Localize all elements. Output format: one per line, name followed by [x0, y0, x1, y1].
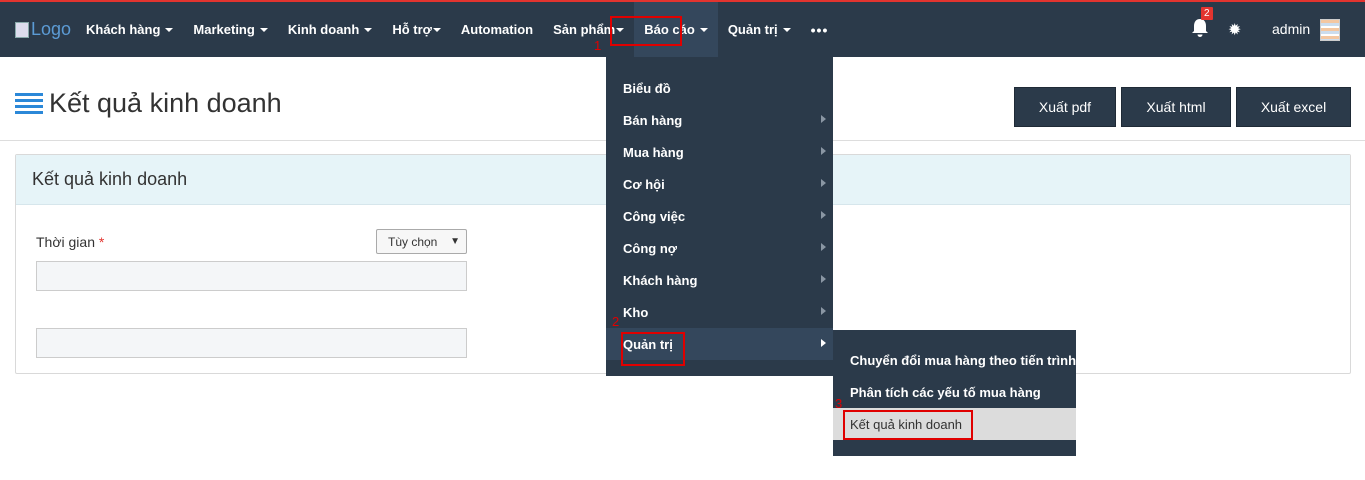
avatar[interactable] — [1320, 19, 1340, 41]
annotation-box-1 — [610, 16, 682, 46]
top-navbar: Logo Khách hàng Marketing Kinh doanh Hỗ … — [0, 0, 1365, 57]
notification-badge: 2 — [1201, 7, 1213, 20]
gear-icon[interactable]: ✹ — [1228, 20, 1241, 40]
annotation-marker-2: 2 — [612, 314, 620, 329]
nav-item-kinh-doanh[interactable]: Kinh doanh — [278, 2, 383, 57]
ellipsis-icon: ••• — [810, 21, 829, 38]
annotation-marker-3: 3 — [835, 396, 843, 411]
broken-image-icon — [15, 21, 29, 38]
menu-item-ban-hang[interactable]: Bán hàng — [606, 104, 833, 136]
caret-down-icon — [259, 27, 268, 32]
nav-item-quan-tri[interactable]: Quản trị — [718, 2, 801, 57]
list-icon — [15, 92, 43, 115]
export-html-button[interactable]: Xuất html — [1121, 87, 1231, 127]
menu-item-label: Bán hàng — [623, 112, 683, 128]
export-excel-button[interactable]: Xuất excel — [1236, 87, 1351, 127]
nav-label: Marketing — [193, 22, 255, 37]
nav-label: Kinh doanh — [287, 22, 360, 37]
caret-down-icon — [432, 27, 441, 32]
export-pdf-button[interactable]: Xuất pdf — [1014, 87, 1116, 127]
menu-item-bieu-do[interactable]: Biểu đồ — [606, 72, 833, 104]
annotation-box-3 — [843, 410, 973, 440]
bell-icon[interactable] — [1190, 17, 1210, 39]
secondary-input[interactable] — [36, 328, 467, 358]
menu-item-khach-hang[interactable]: Khách hàng — [606, 264, 833, 296]
submenu-item-label: Phân tích các yếu tố mua hàng — [850, 384, 1041, 400]
more-menu-button[interactable]: ••• — [801, 2, 839, 57]
menu-item-label: Biểu đồ — [623, 80, 671, 96]
nav-item-ho-tro[interactable]: Hỗ trợ — [382, 2, 451, 57]
menu-item-co-hoi[interactable]: Cơ hội — [606, 168, 833, 200]
user-name[interactable]: admin — [1272, 21, 1310, 37]
logo[interactable]: Logo — [15, 19, 71, 40]
chevron-right-icon — [821, 115, 826, 123]
page-title: Kết quả kinh doanh — [49, 88, 282, 118]
caret-down-icon — [782, 27, 791, 32]
menu-item-label: Công việc — [623, 208, 686, 224]
menu-item-label: Khách hàng — [623, 272, 698, 288]
chevron-right-icon — [821, 275, 826, 283]
annotation-box-2 — [621, 332, 685, 366]
nav-label: Quản trị — [727, 22, 778, 37]
chevron-right-icon — [821, 179, 826, 187]
caret-down-icon — [165, 27, 174, 32]
nav-label: Khách hàng — [86, 22, 161, 37]
nav-item-automation[interactable]: Automation — [451, 2, 543, 57]
range-select[interactable]: Tùy chọn ▼ — [376, 229, 467, 254]
menu-item-kho[interactable]: Kho — [606, 296, 833, 328]
time-label-text: Thời gian — [36, 234, 95, 250]
menu-item-mua-hang[interactable]: Mua hàng — [606, 136, 833, 168]
menu-item-label: Công nợ — [623, 240, 678, 256]
menu-item-label: Cơ hội — [623, 176, 665, 192]
caret-down-icon — [364, 27, 373, 32]
chevron-right-icon — [821, 339, 826, 347]
page-header: Kết quả kinh doanh — [15, 88, 282, 119]
chevron-right-icon — [821, 307, 826, 315]
time-label: Thời gian * — [36, 234, 104, 250]
chevron-down-icon: ▼ — [450, 236, 460, 247]
nav-item-khach-hang[interactable]: Khách hàng — [76, 2, 183, 57]
required-mark: * — [98, 234, 105, 250]
chevron-right-icon — [821, 243, 826, 251]
submenu-item-chuyen-doi[interactable]: Chuyển đổi mua hàng theo tiến trình — [833, 344, 1076, 376]
range-select-value: Tùy chọn — [388, 234, 438, 249]
menu-item-cong-no[interactable]: Công nợ — [606, 232, 833, 264]
nav-label: Sản phẩm — [553, 22, 616, 37]
caret-down-icon — [699, 27, 708, 32]
submenu-item-label: Chuyển đổi mua hàng theo tiến trình — [850, 352, 1077, 368]
nav-label: Automation — [460, 22, 534, 37]
reports-dropdown-menu: Biểu đồ Bán hàng Mua hàng Cơ hội Công vi… — [606, 57, 833, 376]
nav-label: Hỗ trợ — [392, 22, 432, 37]
submenu-item-phan-tich[interactable]: Phân tích các yếu tố mua hàng — [833, 376, 1076, 408]
menu-item-label: Kho — [623, 304, 649, 320]
chevron-right-icon — [821, 147, 826, 155]
logo-alt-text: Logo — [31, 19, 72, 39]
annotation-marker-1: 1 — [594, 38, 602, 53]
menu-item-label: Mua hàng — [623, 144, 684, 160]
date-range-input[interactable] — [36, 261, 467, 291]
main-nav: Khách hàng Marketing Kinh doanh Hỗ trợ A… — [76, 2, 838, 57]
chevron-right-icon — [821, 211, 826, 219]
nav-item-marketing[interactable]: Marketing — [183, 2, 277, 57]
menu-item-cong-viec[interactable]: Công việc — [606, 200, 833, 232]
